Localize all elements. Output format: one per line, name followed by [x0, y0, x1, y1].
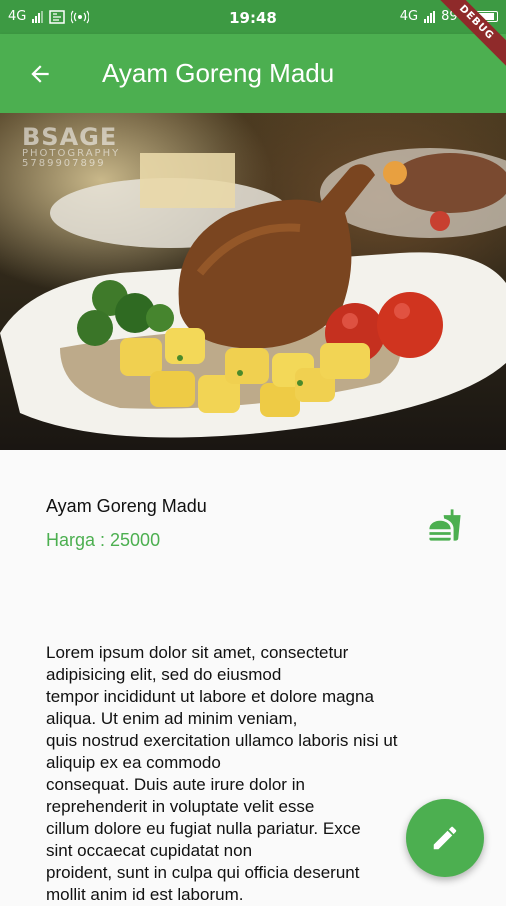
- food-name: Ayam Goreng Madu: [46, 496, 207, 516]
- food-hero-image: BSAGE PHOTOGRAPHY 5789907899: [0, 113, 506, 450]
- arrow-back-icon: [31, 65, 49, 83]
- photo-watermark: BSAGE PHOTOGRAPHY 5789907899: [22, 125, 120, 169]
- page-title: Ayam Goreng Madu: [102, 58, 335, 88]
- food-price: Harga : 25000: [46, 530, 161, 550]
- watermark-number: 5789907899: [22, 158, 106, 169]
- edit-button[interactable]: [406, 799, 484, 877]
- fastfood-icon: [429, 509, 461, 541]
- signal-strength-icon: [424, 10, 436, 23]
- food-description: Lorem ipsum dolor sit amet, consectetur …: [46, 643, 398, 904]
- edit-icon: [433, 826, 457, 850]
- back-button[interactable]: [20, 54, 60, 94]
- watermark-brand: BSAGE: [22, 123, 118, 151]
- network-type-right: 4G: [399, 9, 419, 24]
- status-bar: 4G 19:48 4G 89%: [0, 0, 506, 34]
- app-bar: Ayam Goreng Madu: [0, 34, 506, 113]
